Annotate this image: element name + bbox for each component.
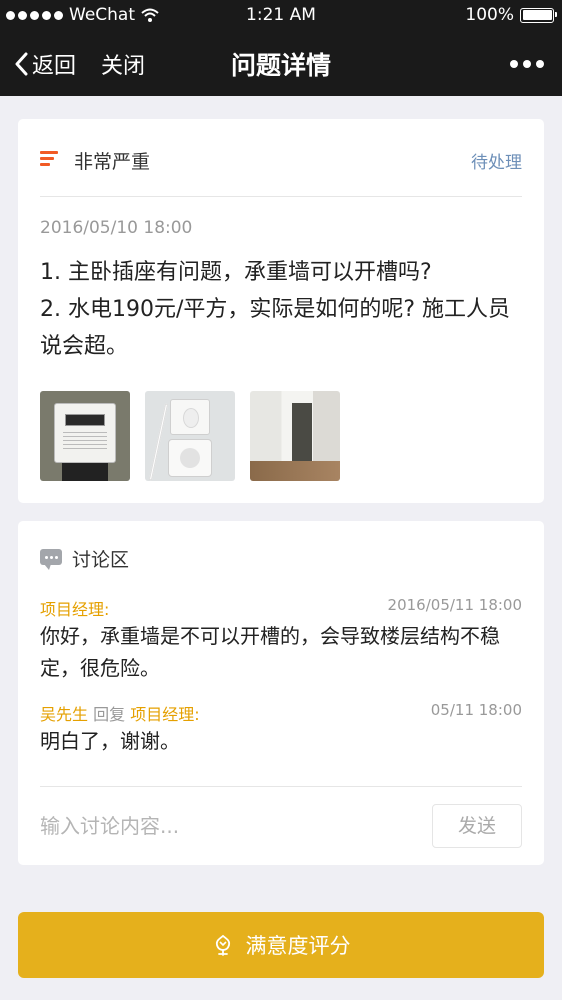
- discussion-message: 吴先生 回复 项目经理: 05/11 18:00 明白了，谢谢。: [40, 701, 522, 757]
- battery-percent: 100%: [465, 5, 514, 25]
- chat-bubble-icon: [40, 549, 62, 570]
- status-badge: 待处理: [471, 153, 522, 173]
- severity-label: 非常严重: [74, 151, 151, 173]
- message-author[interactable]: 项目经理:: [40, 600, 109, 619]
- severity-icon: [40, 151, 58, 167]
- satisfaction-rating-button[interactable]: 满意度评分: [18, 912, 544, 978]
- more-menu-icon[interactable]: [510, 60, 544, 68]
- severity-row: 非常严重 待处理: [40, 147, 522, 173]
- message-text: 明白了，谢谢。: [40, 729, 180, 753]
- discussion-title: 讨论区: [72, 549, 130, 571]
- page-title: 问题详情: [230, 51, 331, 80]
- wall-outlet-photo[interactable]: [145, 391, 235, 481]
- nav-bar: 返回 关闭 问题详情: [0, 30, 562, 96]
- message-author[interactable]: 吴先生: [40, 705, 88, 724]
- issue-description: 1. 主卧插座有问题，承重墙可以开槽吗? 2. 水电190元/平方，实际是如何的…: [40, 254, 524, 365]
- divider: [40, 786, 522, 787]
- issue-line: 2. 水电190元/平方，实际是如何的呢? 施工人员说会超。: [40, 297, 511, 359]
- discussion-message: 项目经理: 2016/05/11 18:00 你好，承重墙是不可以开槽的，会导致…: [40, 596, 522, 684]
- issue-line: 1. 主卧插座有问题，承重墙可以开槽吗?: [40, 260, 432, 285]
- discussion-card: 讨论区 项目经理: 2016/05/11 18:00 你好，承重墙是不可以开槽的…: [18, 521, 544, 865]
- message-reply-to[interactable]: 项目经理:: [130, 705, 199, 724]
- photo-gallery: [40, 391, 340, 481]
- battery-icon: [520, 7, 557, 23]
- status-bar: WeChat 1:21 AM 100%: [0, 0, 562, 30]
- issue-timestamp: 2016/05/10 18:00: [40, 218, 193, 238]
- message-time: 05/11 18:00: [430, 701, 522, 719]
- issue-card: 非常严重 待处理 2016/05/10 18:00 1. 主卧插座有问题，承重墙…: [18, 119, 544, 503]
- rate-button-label: 满意度评分: [245, 934, 351, 958]
- flower-icon: [215, 934, 230, 956]
- comment-input-row: 发送: [40, 804, 522, 848]
- electric-meter-photo[interactable]: [40, 391, 130, 481]
- send-button[interactable]: 发送: [432, 804, 522, 848]
- reply-word: 回复: [93, 705, 126, 724]
- message-time: 2016/05/11 18:00: [387, 596, 522, 614]
- comment-input[interactable]: [40, 804, 410, 848]
- message-text: 你好，承重墙是不可以开槽的，会导致楼层结构不稳定，很危险。: [40, 624, 500, 680]
- divider: [40, 196, 522, 197]
- room-corridor-photo[interactable]: [250, 391, 340, 481]
